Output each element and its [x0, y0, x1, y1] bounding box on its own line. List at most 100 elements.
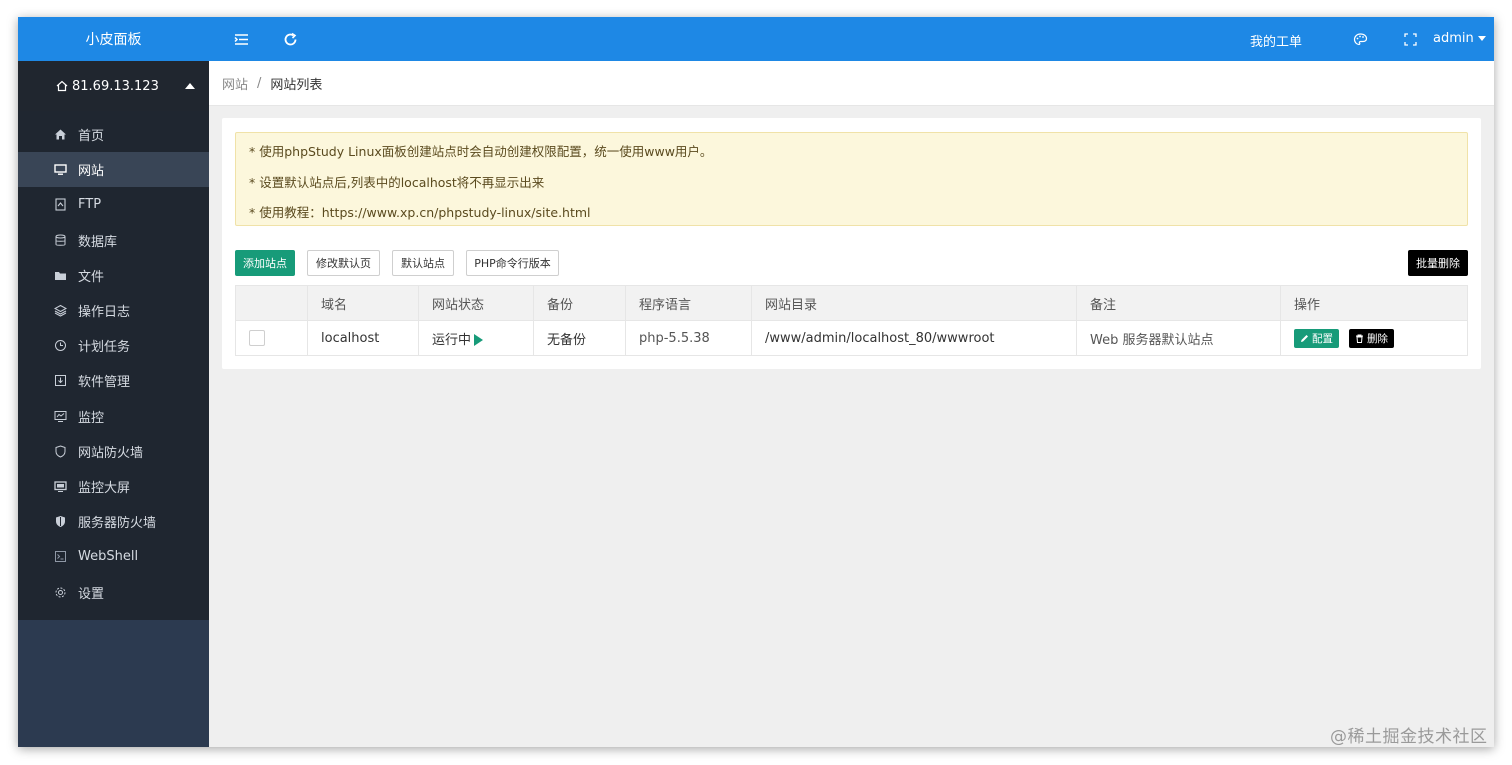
sidebar-item-database[interactable]: 数据库: [18, 223, 209, 258]
domain-cell: localhost: [307, 320, 419, 356]
php-cli-version-button[interactable]: PHP命令行版本: [466, 250, 559, 276]
monitor-icon: [54, 163, 67, 176]
home-outline-icon: [56, 80, 68, 92]
sidebar-menu: 首页 网站 FTP 数据库 文件 操作日志 计划任务 软件管理 监控 网站防火墙…: [18, 111, 209, 620]
sidebar-item-label: 监控: [78, 410, 105, 426]
col-note: 备注: [1076, 285, 1281, 321]
breadcrumb-separator: /: [257, 75, 262, 91]
notice-line: * 使用phpStudy Linux面板创建站点时会自动创建权限配置，统一使用w…: [249, 144, 713, 159]
sidebar-item-waf[interactable]: 网站防火墙: [18, 434, 209, 469]
trash-icon: [1356, 334, 1363, 343]
caret-down-icon: [1477, 36, 1486, 41]
sidebar-item-label: 首页: [78, 129, 105, 145]
row-checkbox[interactable]: [249, 330, 265, 346]
col-directory: 网站目录: [751, 285, 1077, 321]
user-name: admin: [1433, 31, 1474, 46]
notice-box: * 使用phpStudy Linux面板创建站点时会自动创建权限配置，统一使用w…: [235, 132, 1468, 226]
sidebar-item-label: 数据库: [78, 234, 118, 250]
server-selector[interactable]: 81.69.13.123: [18, 61, 209, 111]
sidebar-item-website[interactable]: 网站: [18, 152, 209, 188]
sidebar-item-cron[interactable]: 计划任务: [18, 328, 209, 363]
sidebar-item-files[interactable]: 文件: [18, 258, 209, 293]
download-box-icon: [54, 374, 67, 387]
batch-delete-button[interactable]: 批量删除: [1408, 250, 1468, 276]
clock-icon: [54, 339, 67, 352]
table-row: localhost 运行中 无备份 php-5.5.38 /www/admin/…: [235, 320, 1468, 356]
shield-icon: [54, 445, 67, 458]
gear-icon: [54, 586, 67, 599]
directory-cell: /www/admin/localhost_80/wwwroot: [751, 320, 1077, 356]
site-list-panel: * 使用phpStudy Linux面板创建站点时会自动创建权限配置，统一使用w…: [222, 118, 1481, 369]
default-site-button[interactable]: 默认站点: [392, 250, 454, 276]
play-icon[interactable]: [474, 334, 484, 346]
layers-icon: [54, 304, 67, 317]
sidebar: 小皮面板 81.69.13.123 首页 网站 FTP 数据库 文件 操作日志 …: [18, 17, 209, 747]
row-select-cell: [235, 320, 308, 356]
sidebar-item-label: 操作日志: [78, 305, 131, 321]
palette-icon[interactable]: [1353, 32, 1368, 47]
sidebar-item-home[interactable]: 首页: [18, 117, 209, 152]
shield-half-icon: [54, 515, 67, 528]
terminal-icon: [54, 550, 67, 563]
refresh-icon[interactable]: [283, 32, 298, 47]
delete-button[interactable]: 删除: [1349, 328, 1394, 348]
sidebar-item-label: WebShell: [78, 549, 139, 565]
screen-icon: [54, 480, 67, 493]
col-actions: 操作: [1280, 285, 1468, 321]
sidebar-item-label: 文件: [78, 269, 105, 285]
col-status: 网站状态: [418, 285, 534, 321]
col-domain: 域名: [307, 285, 419, 321]
sidebar-item-settings[interactable]: 设置: [18, 574, 209, 609]
sidebar-item-label: 软件管理: [78, 375, 131, 391]
folder-icon: [54, 269, 67, 282]
sidebar-item-monitor[interactable]: 监控: [18, 399, 209, 434]
breadcrumb-current: 网站列表: [270, 77, 323, 93]
app-title: 小皮面板: [18, 17, 209, 61]
sidebar-item-label: 监控大屏: [78, 480, 131, 496]
ftp-icon: [54, 198, 67, 212]
sidebar-item-software[interactable]: 软件管理: [18, 363, 209, 398]
pencil-icon: [1301, 334, 1308, 342]
col-backup: 备份: [533, 285, 626, 321]
backup-cell: 无备份: [533, 320, 626, 356]
server-label: 81.69.13.123: [72, 78, 159, 94]
home-icon: [54, 128, 67, 141]
sidebar-item-dashboard-screen[interactable]: 监控大屏: [18, 469, 209, 504]
sidebar-item-label: 网站: [78, 164, 105, 180]
topbar: 我的工单 admin: [209, 17, 1494, 61]
sidebar-item-webshell[interactable]: WebShell: [18, 539, 209, 574]
status-text: 运行中: [432, 332, 472, 348]
my-tickets-link[interactable]: 我的工单: [1250, 31, 1302, 50]
breadcrumb-parent[interactable]: 网站: [222, 74, 248, 93]
sidebar-item-label: 计划任务: [78, 340, 131, 356]
sidebar-item-label: 服务器防火墙: [78, 516, 157, 532]
actions-cell: 配置 删除: [1280, 320, 1468, 356]
notice-line: * 使用教程：https://www.xp.cn/phpstudy-linux/…: [249, 205, 591, 220]
config-label: 配置: [1312, 332, 1333, 345]
sidebar-item-server-firewall[interactable]: 服务器防火墙: [18, 504, 209, 539]
chart-monitor-icon: [54, 410, 67, 423]
table-header-row: 域名 网站状态 备份 程序语言 网站目录 备注 操作: [235, 285, 1468, 321]
config-button[interactable]: 配置: [1294, 328, 1339, 348]
fullscreen-icon[interactable]: [1403, 32, 1418, 47]
user-menu[interactable]: admin: [1433, 31, 1486, 46]
col-language: 程序语言: [625, 285, 752, 321]
note-cell: Web 服务器默认站点: [1076, 320, 1281, 356]
language-cell: php-5.5.38: [625, 320, 752, 356]
app-window: 小皮面板 81.69.13.123 首页 网站 FTP 数据库 文件 操作日志 …: [18, 17, 1494, 747]
database-icon: [54, 234, 67, 247]
watermark: @稀土掘金技术社区: [1330, 727, 1488, 747]
status-cell: 运行中: [418, 320, 534, 356]
sidebar-item-label: FTP: [78, 197, 102, 213]
sidebar-item-logs[interactable]: 操作日志: [18, 293, 209, 328]
edit-default-page-button[interactable]: 修改默认页: [307, 250, 380, 276]
caret-up-icon[interactable]: [185, 83, 195, 89]
menu-collapse-icon[interactable]: [234, 32, 249, 47]
sidebar-item-ftp[interactable]: FTP: [18, 187, 209, 222]
delete-label: 删除: [1367, 332, 1388, 345]
sites-table: 域名 网站状态 备份 程序语言 网站目录 备注 操作 localhost 运行中…: [235, 285, 1468, 356]
add-site-button[interactable]: 添加站点: [235, 250, 295, 276]
col-select: [235, 285, 308, 321]
breadcrumb: 网站 / 网站列表: [209, 61, 1494, 106]
notice-line: * 设置默认站点后,列表中的localhost将不再显示出来: [249, 175, 545, 190]
